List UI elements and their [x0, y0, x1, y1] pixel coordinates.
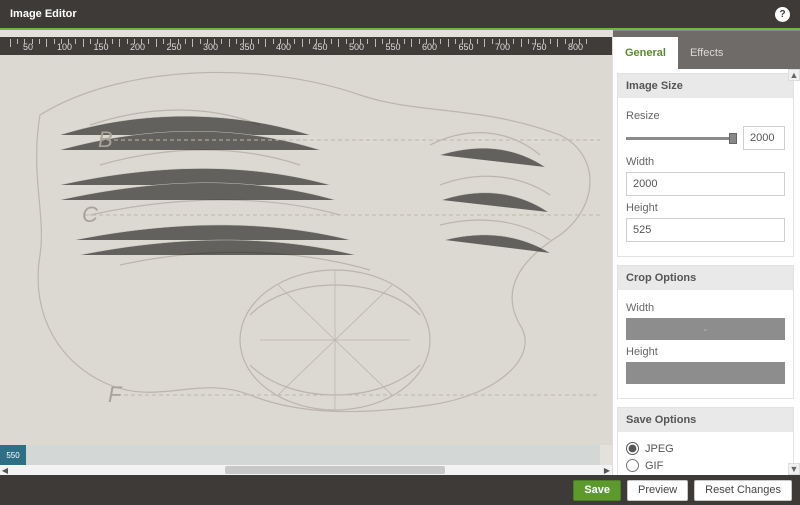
ruler-mark: 500: [349, 42, 364, 52]
footer: Save Preview Reset Changes: [0, 475, 800, 505]
app-title: Image Editor: [10, 8, 77, 20]
save-button[interactable]: Save: [573, 480, 621, 501]
scroll-thumb[interactable]: [225, 466, 445, 474]
tab-effects[interactable]: Effects: [678, 37, 735, 69]
format-jpeg[interactable]: JPEG: [626, 442, 785, 455]
title-bar: Image Editor ?: [0, 0, 800, 28]
ruler-side-tag: 550: [0, 445, 26, 465]
radio-gif[interactable]: [626, 459, 639, 472]
canvas-image[interactable]: B C F: [0, 55, 612, 445]
crop-height-input: [626, 362, 785, 384]
width-input[interactable]: [626, 172, 785, 196]
width-label: Width: [626, 156, 785, 168]
panel-scroll-up-icon[interactable]: ▲: [788, 69, 800, 81]
radio-jpeg[interactable]: [626, 442, 639, 455]
panel-scroll-down-icon[interactable]: ▼: [788, 463, 800, 475]
side-panel: General Effects ▲ Image Size Resize Widt…: [612, 30, 800, 475]
crop-width-input: -: [626, 318, 785, 340]
ruler-mark: 400: [276, 42, 291, 52]
resize-slider[interactable]: [626, 133, 737, 143]
radio-jpeg-label: JPEG: [645, 443, 674, 455]
ruler-mark: 450: [312, 42, 327, 52]
ruler-mark: 200: [130, 42, 145, 52]
scroll-right-icon[interactable]: ▶: [602, 465, 612, 475]
ruler-horizontal: 5010015020025030035040045050055060065070…: [0, 37, 612, 55]
ruler-mark: 100: [57, 42, 72, 52]
ruler-mark: 250: [166, 42, 181, 52]
group-title-image-size: Image Size: [618, 74, 793, 98]
crop-width-label: Width: [626, 302, 785, 314]
ruler-mark: 150: [93, 42, 108, 52]
radio-gif-label: GIF: [645, 460, 663, 472]
resize-value-input[interactable]: [743, 126, 785, 150]
horizontal-scrollbar[interactable]: ◀ ▶: [0, 465, 612, 475]
ruler-mark: 650: [458, 42, 473, 52]
tabs: General Effects: [613, 37, 800, 69]
ruler-mark: 550: [385, 42, 400, 52]
group-image-size: Image Size Resize Width Height: [617, 73, 794, 257]
ruler-mark: 600: [422, 42, 437, 52]
format-gif[interactable]: GIF: [626, 459, 785, 472]
ruler-mark: 300: [203, 42, 218, 52]
tab-general[interactable]: General: [613, 37, 678, 69]
scroll-track[interactable]: [10, 465, 602, 475]
height-label: Height: [626, 202, 785, 214]
group-crop: Crop Options Width - Height: [617, 265, 794, 399]
ruler-mark: 750: [531, 42, 546, 52]
group-save: Save Options JPEG GIF PNG Quality: [617, 407, 794, 475]
reset-button[interactable]: Reset Changes: [694, 480, 792, 501]
help-icon[interactable]: ?: [775, 7, 790, 22]
canvas-letter-c: C: [82, 202, 98, 227]
resize-label: Resize: [626, 110, 785, 122]
crop-height-label: Height: [626, 346, 785, 358]
group-title-save: Save Options: [618, 408, 793, 432]
canvas-letter-b: B: [98, 127, 113, 152]
ruler-mark: 800: [568, 42, 583, 52]
scroll-left-icon[interactable]: ◀: [0, 465, 10, 475]
ruler-mark: 700: [495, 42, 510, 52]
canvas-area: 5010015020025030035040045050055060065070…: [0, 30, 612, 475]
ruler-bottom-strip: [0, 445, 600, 465]
main-area: 5010015020025030035040045050055060065070…: [0, 30, 800, 475]
canvas-letter-f: F: [108, 382, 123, 407]
ruler-mark: 350: [239, 42, 254, 52]
group-title-crop: Crop Options: [618, 266, 793, 290]
height-input[interactable]: [626, 218, 785, 242]
panel-body: Image Size Resize Width Height: [613, 69, 800, 475]
preview-button[interactable]: Preview: [627, 480, 688, 501]
tab-gap: [613, 30, 800, 37]
